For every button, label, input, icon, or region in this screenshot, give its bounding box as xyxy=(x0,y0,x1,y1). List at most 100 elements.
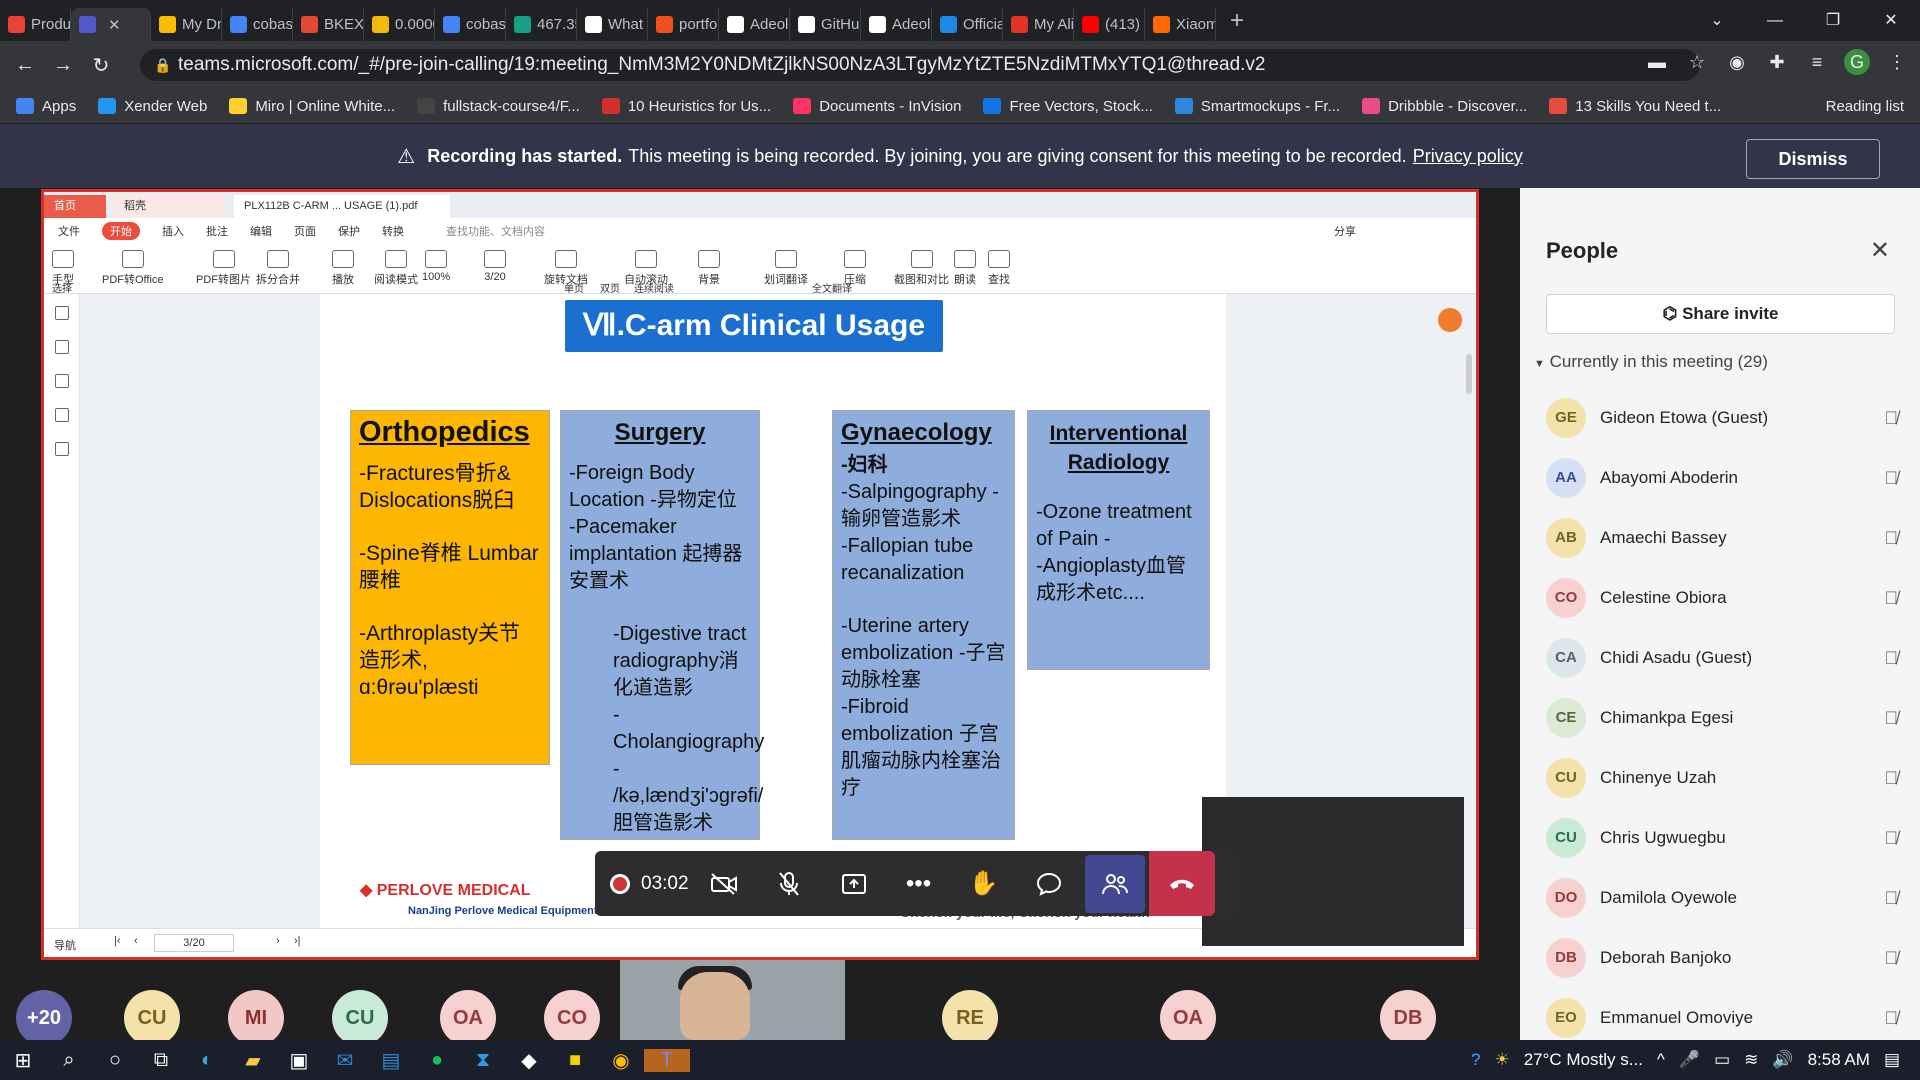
microphone-icon[interactable]: 🎤 xyxy=(1679,1050,1700,1070)
participant-avatar[interactable]: DB xyxy=(1380,990,1436,1046)
file-explorer-icon[interactable]: ▰ xyxy=(230,1048,276,1073)
store-icon[interactable]: ▣ xyxy=(276,1048,322,1073)
participant-row[interactable]: CU Chinenye Uzah 🎙̸ xyxy=(1546,748,1906,808)
star-icon[interactable]: ☆ xyxy=(1684,52,1710,73)
chat-button[interactable] xyxy=(1016,851,1081,916)
participant-avatar[interactable]: OA xyxy=(1160,990,1216,1046)
lock-icon[interactable]: 🔒 xyxy=(154,49,171,81)
signature-icon[interactable] xyxy=(54,442,69,456)
sticky-notes-icon[interactable]: ■ xyxy=(552,1049,598,1072)
wifi-icon[interactable]: ≋ xyxy=(1744,1050,1758,1070)
extensions-icon[interactable]: ✚ xyxy=(1764,52,1790,73)
help-icon[interactable]: ? xyxy=(1471,1050,1480,1070)
comment-icon[interactable] xyxy=(54,374,69,388)
participant-avatar[interactable]: CU xyxy=(332,990,388,1046)
bookmark-item[interactable]: 10 Heuristics for Us... xyxy=(601,98,771,115)
thumbnail-icon[interactable] xyxy=(54,340,69,354)
close-window-button[interactable]: ✕ xyxy=(1862,0,1920,41)
browser-tab[interactable]: cobas xyxy=(222,8,293,41)
bookmark-item[interactable]: Dribbble - Discover... xyxy=(1362,98,1527,115)
wps-tool-button[interactable]: PDF转Office xyxy=(102,250,164,287)
browser-tab[interactable]: My Dr xyxy=(151,8,222,41)
bookmark-item[interactable]: Documents - InVision xyxy=(793,98,961,115)
wps-tab-pdf[interactable]: PLX112B C-ARM ... USAGE (1).pdf xyxy=(234,195,450,218)
wps-view-option[interactable]: 选择 xyxy=(52,280,72,295)
browser-tab[interactable]: Xiaom xyxy=(1145,8,1216,41)
close-tab-icon[interactable]: ✕ xyxy=(108,16,121,34)
participant-row[interactable]: AB Amaechi Bassey 🎙̸ xyxy=(1546,508,1906,568)
participant-row[interactable]: AA Abayomi Aboderin 🎙̸ xyxy=(1546,448,1906,508)
participant-avatar[interactable]: MI xyxy=(228,990,284,1046)
browser-tab[interactable]: GitHu xyxy=(790,8,861,41)
next-page-icon[interactable]: › xyxy=(276,935,280,947)
wps-menu-item[interactable]: 文件 xyxy=(58,223,80,239)
bookmark-item[interactable]: Free Vectors, Stock... xyxy=(983,98,1153,115)
media-icon[interactable]: ≡ xyxy=(1804,52,1830,73)
wps-menu-item[interactable]: 页面 xyxy=(294,223,316,239)
wps-tab-home[interactable]: 首页 xyxy=(44,195,106,218)
wps-tool-button[interactable]: 拆分合并 xyxy=(256,250,300,287)
app-icon[interactable]: ▤ xyxy=(368,1048,414,1073)
wps-menu-item[interactable]: 批注 xyxy=(206,223,228,239)
prev-page-icon[interactable]: ‹ xyxy=(134,935,138,947)
tab-search-icon[interactable]: ⌄ xyxy=(1688,0,1746,41)
currently-in-meeting-header[interactable]: ▼ Currently in this meeting (29) xyxy=(1534,352,1768,372)
people-button[interactable] xyxy=(1085,854,1145,913)
browser-tab[interactable]: (413) xyxy=(1074,8,1145,41)
browser-tab[interactable]: 0.0000 xyxy=(364,8,435,41)
vscode-icon[interactable]: ⧗ xyxy=(460,1049,506,1072)
bookmark-item[interactable]: Smartmockups - Fr... xyxy=(1174,98,1340,115)
chrome-icon[interactable]: ◉ xyxy=(598,1048,644,1073)
camera-blocked-icon[interactable]: ▬ xyxy=(1644,52,1670,73)
first-page-icon[interactable]: |‹ xyxy=(114,935,121,947)
participant-avatar[interactable]: CO xyxy=(544,990,600,1046)
wps-share-button[interactable]: 分享 xyxy=(1334,223,1356,239)
camera-off-button[interactable] xyxy=(691,851,756,916)
participant-row[interactable]: DB Deborah Banjoko 🎙̸ xyxy=(1546,928,1906,988)
wps-view-option[interactable]: 全文翻译 xyxy=(812,280,852,295)
bookmark-item[interactable]: Xender Web xyxy=(98,98,207,115)
cortana-icon[interactable]: ○ xyxy=(92,1049,138,1072)
mic-off-button[interactable] xyxy=(756,851,821,916)
participant-row[interactable]: CO Celestine Obiora 🎙̸ xyxy=(1546,568,1906,628)
privacy-policy-link[interactable]: Privacy policy xyxy=(1413,146,1523,167)
participant-row[interactable]: DO Damilola Oyewole 🎙̸ xyxy=(1546,868,1906,928)
wps-tool-button[interactable]: 100% xyxy=(422,250,450,283)
wps-tool-button[interactable]: PDF转图片 xyxy=(196,250,251,287)
edge-icon[interactable]: ◐ xyxy=(184,1049,230,1072)
chevron-up-icon[interactable]: ^ xyxy=(1657,1050,1665,1070)
participant-avatar[interactable]: CU xyxy=(124,990,180,1046)
windows-start-icon[interactable]: ⊞ xyxy=(0,1048,46,1073)
participant-row[interactable]: EO Emmanuel Omoviye 🎙̸ xyxy=(1546,988,1906,1048)
notification-icon[interactable]: ▤ xyxy=(1884,1050,1900,1070)
new-tab-button[interactable]: + xyxy=(1230,7,1244,35)
attachment-icon[interactable] xyxy=(54,408,69,422)
wps-view-option[interactable]: 双页 xyxy=(600,280,620,295)
participant-row[interactable]: CE Chimankpa Egesi 🎙̸ xyxy=(1546,688,1906,748)
page-indicator[interactable]: 3/20 xyxy=(154,934,234,952)
more-actions-button[interactable]: ••• xyxy=(886,851,951,916)
search-icon[interactable]: ⌕ xyxy=(46,1049,92,1072)
browser-tab[interactable]: BKEX xyxy=(293,8,364,41)
participant-avatar[interactable]: OA xyxy=(440,990,496,1046)
url-input[interactable]: 🔒 teams.microsoft.com/_#/pre-join-callin… xyxy=(140,49,1700,81)
wps-tool-button[interactable]: 背景 xyxy=(698,250,720,287)
weather-text[interactable]: 27°C Mostly s... xyxy=(1524,1050,1643,1070)
browser-tab[interactable]: ✕ xyxy=(71,8,151,41)
clock[interactable]: 8:58 AM xyxy=(1808,1050,1870,1070)
avatar[interactable]: G xyxy=(1844,49,1870,75)
participant-row[interactable]: CU Chris Ugwuegbu 🎙̸ xyxy=(1546,808,1906,868)
weather-icon[interactable]: ☀ xyxy=(1494,1050,1509,1070)
wps-tool-button[interactable]: 截图和对比 xyxy=(894,250,949,287)
battery-icon[interactable]: ▭ xyxy=(1714,1050,1730,1070)
wps-menu-item[interactable]: 插入 xyxy=(162,223,184,239)
browser-tab[interactable]: Officia xyxy=(932,8,1003,41)
wps-menu-item[interactable]: 编辑 xyxy=(250,223,272,239)
raise-hand-button[interactable]: ✋ xyxy=(951,851,1016,916)
participant-video-tile[interactable] xyxy=(620,960,845,1040)
teams-icon[interactable]: T xyxy=(644,1048,690,1072)
bookmark-item[interactable]: fullstack-course4/F... xyxy=(417,98,580,115)
wps-tool-button[interactable]: 阅读模式 xyxy=(374,250,418,287)
restore-button[interactable]: ❐ xyxy=(1804,0,1862,41)
bookmark-icon[interactable] xyxy=(54,306,69,320)
